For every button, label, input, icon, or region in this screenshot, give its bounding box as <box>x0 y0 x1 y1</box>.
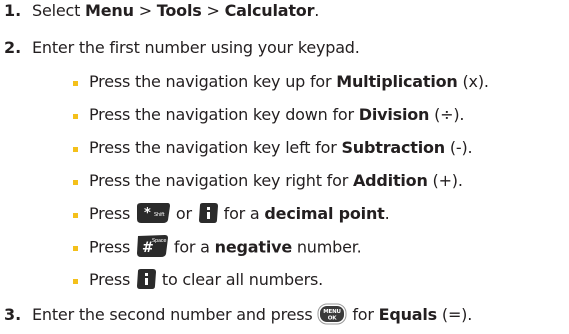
menu-ok-key-icon: MENU OK <box>317 303 347 325</box>
clear-key-icon <box>135 268 157 290</box>
back-key-icon <box>197 202 219 224</box>
text-run: > <box>201 1 225 20</box>
bullet-text: Press to clear all numbers. <box>89 268 324 292</box>
text-run: Press the navigation key left for <box>89 138 342 157</box>
bullet-text: Press the navigation key down for Divisi… <box>89 104 464 126</box>
bullet-marker <box>73 81 78 86</box>
subtraction-label: Subtraction <box>341 138 445 157</box>
calculator-label: Calculator <box>224 1 315 20</box>
bullet-marker <box>73 180 78 185</box>
step-text: Enter the second number and press MENU O… <box>32 303 473 327</box>
text-run: Press the navigation key down for <box>89 105 359 124</box>
negative-label: negative <box>214 237 293 257</box>
text-run: (÷). <box>429 105 465 124</box>
bullet-marker <box>73 213 78 218</box>
decimal-point-label: decimal point <box>264 204 385 223</box>
text-run: to clear all numbers. <box>157 270 324 289</box>
star-key-glyph: * <box>144 206 151 221</box>
bullet-marker <box>73 114 78 119</box>
star-shift-key-icon: * Shift <box>135 202 171 224</box>
text-run: Select <box>32 1 86 20</box>
bullet-text: Press the navigation key up for Multipli… <box>89 71 489 93</box>
text-run: Press <box>89 270 135 289</box>
text-run: (=). <box>437 305 473 324</box>
text-run: Enter the second number and press <box>32 305 318 324</box>
division-label: Division <box>358 105 430 124</box>
text-run: for a <box>218 204 265 223</box>
pound-key-sub: Space <box>152 238 166 244</box>
step-number: 1. <box>4 1 22 20</box>
bullet-text: Press the navigation key right for Addit… <box>89 170 463 192</box>
bullet-text: Press # Space for a negative number. <box>89 234 362 260</box>
text-run: for <box>347 305 379 324</box>
text-run: . <box>384 204 390 223</box>
equals-label: Equals <box>378 305 438 324</box>
text-run: Press <box>89 237 135 257</box>
text-run: (-). <box>445 138 473 157</box>
menu-key-top: MENU <box>324 309 342 315</box>
bullet-marker <box>73 279 78 284</box>
text-run: Press the navigation key up for <box>89 72 337 91</box>
text-run: (+). <box>427 171 463 190</box>
bullet-text: Press * Shift or for a decimal point. <box>89 202 390 226</box>
pound-space-key-icon: # Space <box>135 234 169 258</box>
multiplication-label: Multiplication <box>336 72 458 91</box>
step-text: Enter the first number using your keypad… <box>32 38 360 57</box>
tools-label: Tools <box>156 1 202 20</box>
bullet-text: Press the navigation key left for Subtra… <box>89 137 473 159</box>
text-run: . <box>314 1 320 20</box>
instruction-document: 1. Select Menu > Tools > Calculator. 2. … <box>0 0 569 334</box>
text-run: or <box>171 204 197 223</box>
step-number: 3. <box>4 305 22 324</box>
text-run: > <box>133 1 157 20</box>
step-text: Select Menu > Tools > Calculator. <box>32 0 319 22</box>
text-run: for a <box>169 237 215 257</box>
menu-label: Menu <box>85 1 134 20</box>
bullet-marker <box>73 147 78 152</box>
star-key-sub: Shift <box>154 212 165 218</box>
menu-key-bottom: OK <box>328 315 337 321</box>
text-run: Press <box>89 204 135 223</box>
text-run: number. <box>291 237 362 257</box>
text-run: (x). <box>457 72 489 91</box>
text-run: Press the navigation key right for <box>89 171 353 190</box>
addition-label: Addition <box>352 171 428 190</box>
bullet-marker <box>73 246 78 251</box>
step-number: 2. <box>4 38 22 57</box>
